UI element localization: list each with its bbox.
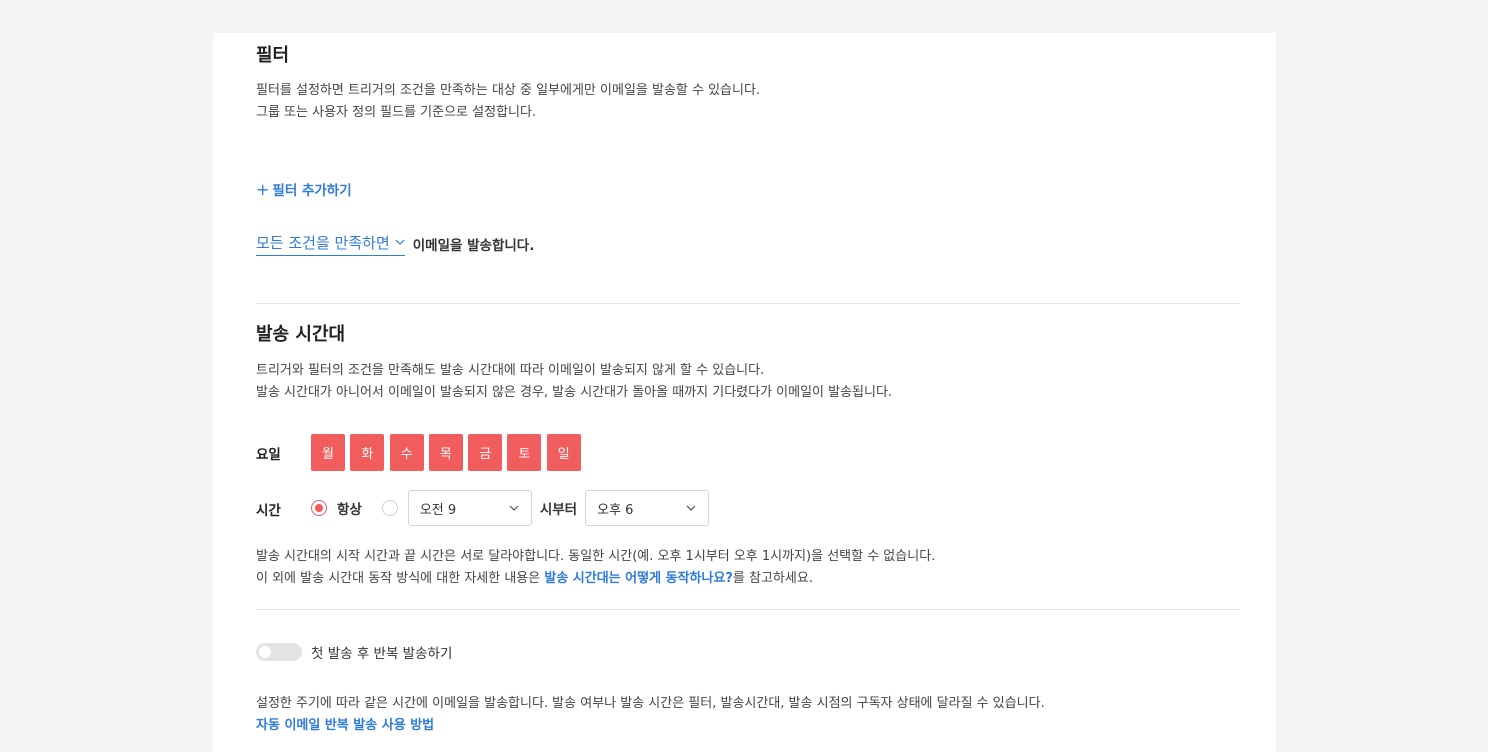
start-time-select[interactable]: 오전 9 <box>407 490 532 526</box>
filter-desc-line2: 그룹 또는 사용자 정의 필드를 기준으로 설정합니다. <box>256 105 537 120</box>
add-filter-label: 필터 추가하기 <box>272 183 352 199</box>
repeat-desc-line: 설정한 주기에 따라 같은 시간에 이메일을 발송합니다. 발송 여부나 발송 … <box>256 696 1045 711</box>
end-time-select[interactable]: 오후 6 <box>585 490 710 526</box>
schedule-note-line2: 이 외에 발송 시간대 동작 방식에 대한 자세한 내용은 발송 시간대는 어떻… <box>256 568 935 590</box>
start-time-value: 오전 9 <box>419 502 457 518</box>
day-toggle-sun[interactable]: 일 <box>546 434 581 471</box>
days-label: 요일 <box>256 447 281 463</box>
schedule-desc-line2: 발송 시간대가 아니어서 이메일이 발송되지 않은 경우, 발송 시간대가 돌아… <box>256 385 893 400</box>
schedule-section-title: 발송 시간대 <box>256 324 346 345</box>
day-toggle-sat[interactable]: 토 <box>507 434 542 471</box>
filter-desc-line1: 필터를 설정하면 트리거의 조건을 만족하는 대상 중 일부에게만 이메일을 발… <box>256 83 761 98</box>
toggle-knob <box>259 646 271 658</box>
day-toggle-tue[interactable]: 화 <box>350 434 385 471</box>
repeat-send-label: 첫 발송 후 반복 발송하기 <box>311 646 453 662</box>
section-divider <box>256 303 1240 304</box>
time-range-row: 항상 오전 9 시부터 오후 6 <box>311 489 710 527</box>
custom-time-radio[interactable] <box>381 500 398 516</box>
settings-card: 필터 필터를 설정하면 트리거의 조건을 만족하는 대상 중 일부에게만 이메일… <box>213 33 1276 752</box>
schedule-desc-line1: 트리거와 필터의 조건을 만족해도 발송 시간대에 따라 이메일이 발송되지 않… <box>256 363 765 378</box>
condition-select-value: 모든 조건을 만족하면 <box>256 234 390 252</box>
chevron-down-icon <box>509 503 519 514</box>
day-toggle-mon[interactable]: 월 <box>311 434 345 471</box>
filter-description: 필터를 설정하면 트리거의 조건을 만족하는 대상 중 일부에게만 이메일을 발… <box>256 80 760 124</box>
schedule-note-suffix: 를 참고하세요. <box>732 571 813 586</box>
schedule-note-prefix: 이 외에 발송 시간대 동작 방식에 대한 자세한 내용은 <box>256 571 545 586</box>
section-divider <box>256 609 1240 610</box>
filter-condition-row: 모든 조건을 만족하면 이메일을 발송합니다. <box>256 232 534 256</box>
always-radio-label: 항상 <box>337 502 362 518</box>
day-selector: 월 화 수 목 금 토 일 <box>311 434 586 471</box>
add-filter-button[interactable]: + 필터 추가하기 <box>256 179 352 199</box>
condition-suffix-text: 이메일을 발송합니다. <box>412 238 535 254</box>
plus-icon: + <box>256 180 270 199</box>
filter-section-title: 필터 <box>256 45 290 66</box>
day-toggle-fri[interactable]: 금 <box>468 434 503 471</box>
end-time-value: 오후 6 <box>597 502 634 518</box>
repeat-description: 설정한 주기에 따라 같은 시간에 이메일을 발송합니다. 발송 여부나 발송 … <box>256 693 1045 737</box>
day-toggle-wed[interactable]: 수 <box>389 434 424 471</box>
schedule-description: 트리거와 필터의 조건을 만족해도 발송 시간대에 따라 이메일이 발송되지 않… <box>256 360 892 404</box>
repeat-send-toggle[interactable] <box>256 643 302 661</box>
always-radio[interactable] <box>311 500 327 516</box>
chevron-down-icon <box>395 237 405 248</box>
day-toggle-thu[interactable]: 목 <box>428 434 463 471</box>
repeat-help-link[interactable]: 자동 이메일 반복 발송 사용 방법 <box>256 715 1045 737</box>
condition-match-select[interactable]: 모든 조건을 만족하면 <box>256 232 405 256</box>
time-label: 시간 <box>256 503 281 519</box>
chevron-down-icon <box>686 503 696 514</box>
schedule-help-link[interactable]: 발송 시간대는 어떻게 동작하나요? <box>544 571 733 586</box>
from-label: 시부터 <box>539 502 578 518</box>
schedule-note-line1: 발송 시간대의 시작 시간과 끝 시간은 서로 달라야합니다. 동일한 시간(예… <box>256 549 936 564</box>
schedule-note: 발송 시간대의 시작 시간과 끝 시간은 서로 달라야합니다. 동일한 시간(예… <box>256 546 935 590</box>
